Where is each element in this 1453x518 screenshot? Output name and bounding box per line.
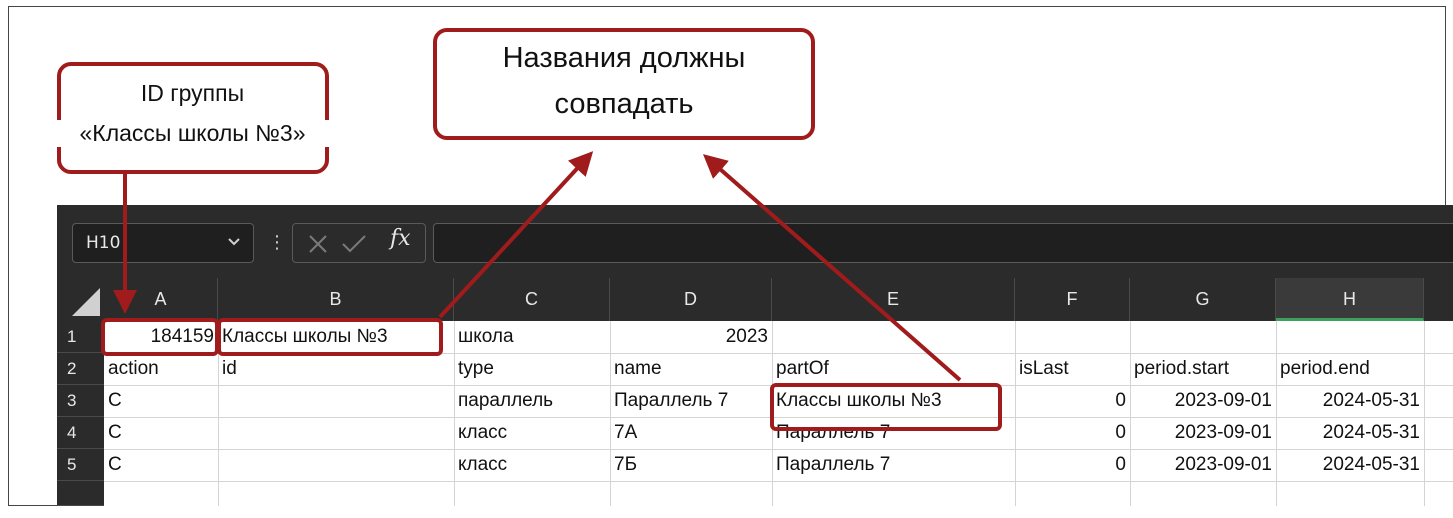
column-header-h[interactable]: H — [1276, 278, 1424, 321]
cell-c5[interactable]: класс — [454, 449, 610, 481]
check-icon[interactable] — [340, 232, 368, 256]
cell-h2[interactable]: period.end — [1276, 353, 1424, 385]
chevron-down-icon[interactable] — [225, 232, 243, 250]
cell-b2[interactable]: id — [218, 353, 454, 385]
row-header-3[interactable]: 3 — [57, 385, 104, 417]
cell-g4[interactable]: 2023-09-01 — [1130, 417, 1276, 449]
cell-c2[interactable]: type — [454, 353, 610, 385]
cell-e2[interactable]: partOf — [772, 353, 1015, 385]
row-header-1[interactable]: 1 — [57, 321, 104, 353]
row-header-5[interactable]: 5 — [57, 449, 104, 481]
row-header-6[interactable] — [57, 481, 104, 506]
cell-f4[interactable]: 0 — [1015, 417, 1130, 449]
cell-c1[interactable]: школа — [454, 321, 610, 353]
name-box-value: H10 — [86, 233, 121, 253]
callout-names-match-line1: Названия должны — [502, 42, 746, 74]
cell-a3[interactable]: C — [104, 385, 218, 417]
highlight-e3 — [770, 383, 1002, 431]
row-header-2[interactable]: 2 — [57, 353, 104, 385]
name-box[interactable]: H10 — [72, 223, 254, 263]
cell-c4[interactable]: класс — [454, 417, 610, 449]
callout-group-id — [57, 62, 329, 174]
cell-c3[interactable]: параллель — [454, 385, 610, 417]
column-header-g[interactable]: G — [1130, 278, 1276, 321]
column-header-e[interactable]: E — [772, 278, 1015, 321]
cell-d4[interactable]: 7А — [610, 417, 772, 449]
column-header-d[interactable]: D — [610, 278, 772, 321]
column-header-i[interactable] — [1424, 278, 1453, 321]
cell-g5[interactable]: 2023-09-01 — [1130, 449, 1276, 481]
cancel-icon[interactable] — [306, 232, 330, 256]
column-header-c[interactable]: C — [454, 278, 610, 321]
cell-f2[interactable]: isLast — [1015, 353, 1130, 385]
callout-group-id-line2: «Классы школы №3» — [10, 120, 375, 147]
cell-d2[interactable]: name — [610, 353, 772, 385]
cell-a2[interactable]: action — [104, 353, 218, 385]
cell-d1[interactable]: 2023 — [610, 321, 772, 353]
cell-g2[interactable]: period.start — [1130, 353, 1276, 385]
cell-d5[interactable]: 7Б — [610, 449, 772, 481]
cell-d3[interactable]: Параллель 7 — [610, 385, 772, 417]
cell-g3[interactable]: 2023-09-01 — [1130, 385, 1276, 417]
select-all-icon — [72, 288, 100, 316]
callout-group-id-line1: ID группы — [140, 80, 245, 106]
cell-h3[interactable]: 2024-05-31 — [1276, 385, 1424, 417]
formula-input[interactable] — [433, 223, 1453, 263]
insert-function-button[interactable]: fx — [390, 226, 411, 251]
highlight-b1 — [217, 318, 443, 356]
column-header-b[interactable]: B — [218, 278, 454, 321]
column-header-f[interactable]: F — [1015, 278, 1130, 321]
cell-h4[interactable]: 2024-05-31 — [1276, 417, 1424, 449]
cell-f3[interactable]: 0 — [1015, 385, 1130, 417]
column-header-a[interactable]: A — [104, 278, 218, 321]
highlight-a1 — [101, 318, 219, 356]
cell-e5[interactable]: Параллель 7 — [772, 449, 1015, 481]
cell-a4[interactable]: C — [104, 417, 218, 449]
cell-h5[interactable]: 2024-05-31 — [1276, 449, 1424, 481]
cell-a5[interactable]: C — [104, 449, 218, 481]
cell-f5[interactable]: 0 — [1015, 449, 1130, 481]
gridline — [1424, 321, 1425, 506]
callout-names-match-line2: совпадать — [554, 88, 694, 120]
gridline — [104, 481, 1453, 482]
more-options-icon[interactable]: ⋮ — [268, 232, 286, 253]
row-header-4[interactable]: 4 — [57, 417, 104, 449]
